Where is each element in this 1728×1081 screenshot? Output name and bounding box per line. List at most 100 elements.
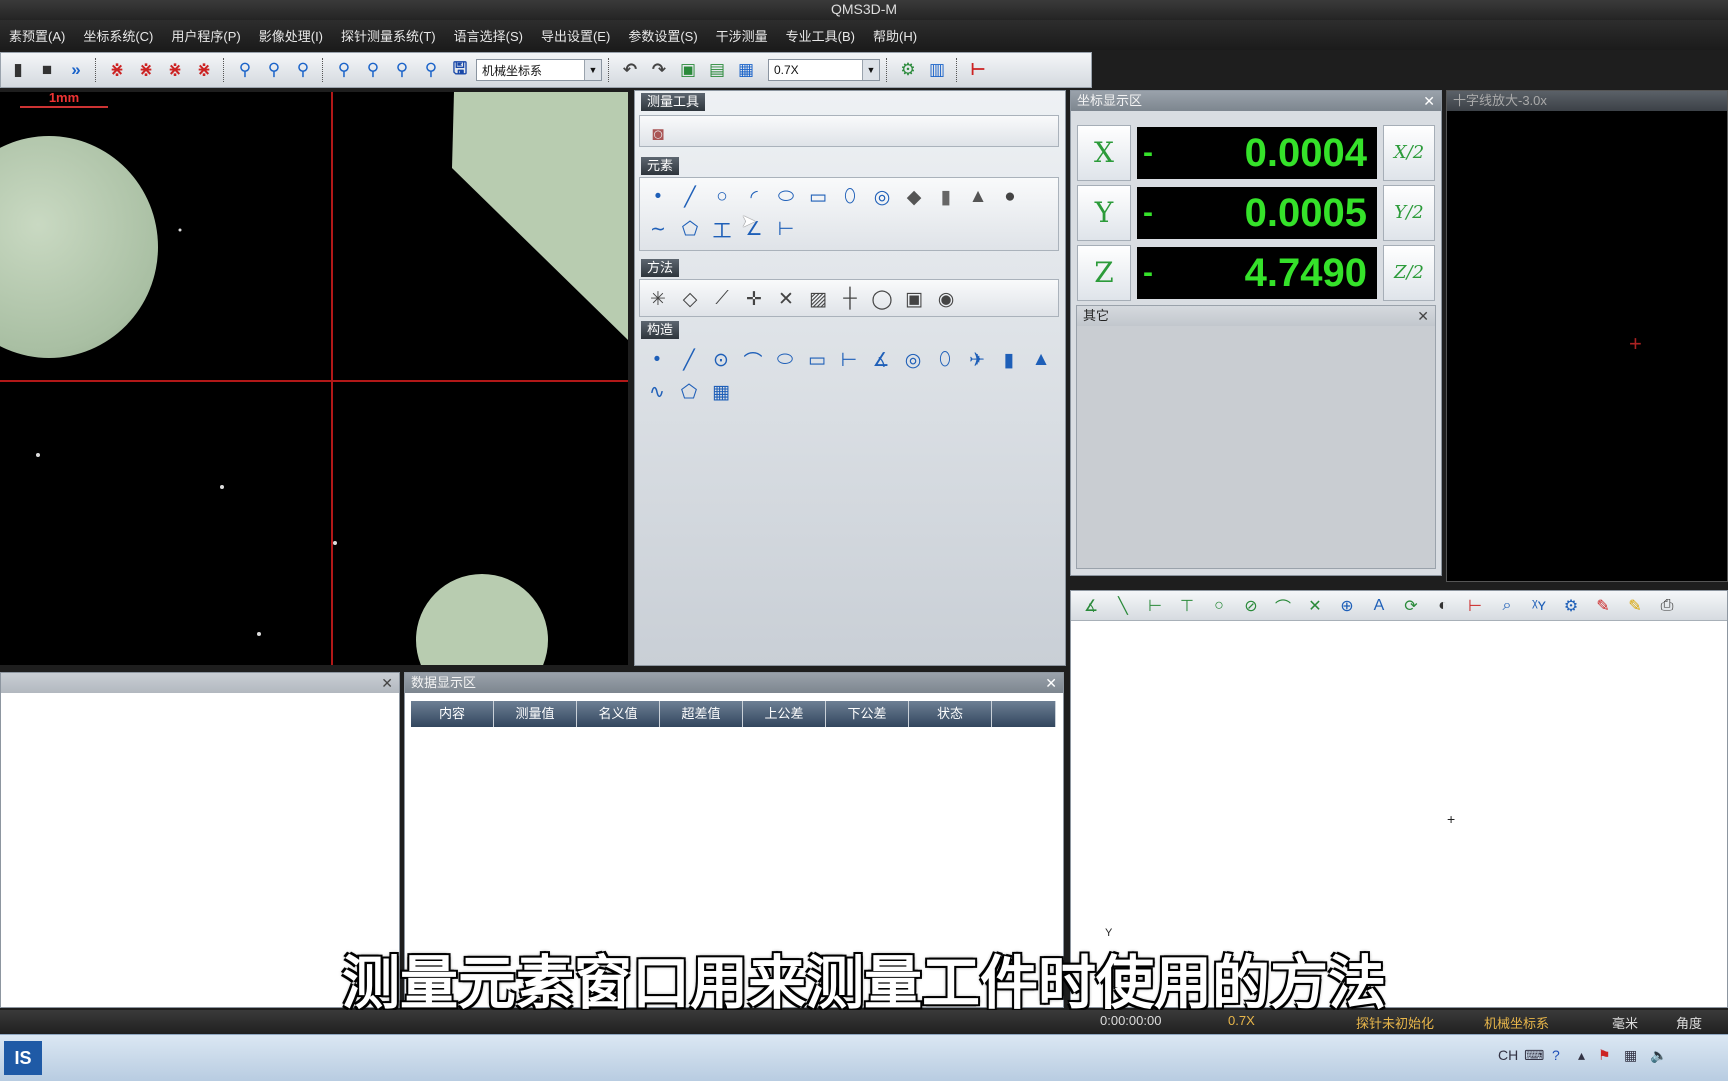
- image-icon[interactable]: ▣: [900, 283, 928, 315]
- circle-icon[interactable]: ⊙: [707, 344, 735, 376]
- column-header[interactable]: 下公差: [826, 701, 909, 727]
- tray-language[interactable]: CH: [1498, 1047, 1518, 1063]
- menu-item-presets[interactable]: 素预置(A): [0, 26, 74, 45]
- arc-icon[interactable]: ◜: [740, 181, 768, 213]
- align-y-icon[interactable]: ⚲: [290, 57, 316, 83]
- view-icon[interactable]: ◐: [1429, 593, 1457, 619]
- menu-item-interference[interactable]: 干涉测量: [707, 26, 777, 45]
- fast-forward-icon[interactable]: »: [63, 57, 89, 83]
- light-control-icon[interactable]: ⚙: [895, 57, 921, 83]
- column-header[interactable]: 内容: [411, 701, 494, 727]
- circle-icon[interactable]: ○: [708, 181, 736, 213]
- text-icon[interactable]: A: [1365, 593, 1393, 619]
- origin-icon[interactable]: ⚲: [331, 57, 357, 83]
- stop-icon[interactable]: ■: [34, 57, 60, 83]
- rectangle-icon[interactable]: ▭: [804, 181, 832, 213]
- plane-icon[interactable]: ✈: [963, 344, 991, 376]
- edit-icon[interactable]: ✎: [1621, 593, 1649, 619]
- ring-icon[interactable]: ◎: [899, 344, 927, 376]
- network-icon[interactable]: ▦: [1624, 1047, 1637, 1064]
- help-icon[interactable]: ?: [1552, 1047, 1560, 1063]
- grid-icon[interactable]: ▥: [924, 57, 950, 83]
- undo-icon[interactable]: ↶: [617, 57, 643, 83]
- zoom-fit-icon[interactable]: ⊕: [1333, 593, 1361, 619]
- grid-icon[interactable]: ▦: [707, 376, 735, 408]
- image-save-icon[interactable]: ▦: [733, 57, 759, 83]
- arc-icon[interactable]: ⌒: [739, 344, 767, 376]
- distance-icon[interactable]: ⊢: [835, 344, 863, 376]
- cylinder-icon[interactable]: ▮: [995, 344, 1023, 376]
- box-icon[interactable]: ▨: [804, 283, 832, 315]
- align-x-icon[interactable]: ⚲: [261, 57, 287, 83]
- column-header[interactable]: 名义值: [577, 701, 660, 727]
- close-icon[interactable]: ✕: [381, 673, 393, 693]
- diameter-icon[interactable]: ⊘: [1237, 593, 1265, 619]
- probe-y-icon[interactable]: ⋇: [162, 57, 188, 83]
- slot-icon[interactable]: ⬯: [931, 344, 959, 376]
- plane-icon[interactable]: ⬠: [676, 213, 704, 245]
- ellipse-icon[interactable]: ⬭: [772, 181, 800, 213]
- camera-tool-icon[interactable]: ◙: [644, 119, 672, 151]
- probe-point-icon[interactable]: ⋇: [104, 57, 130, 83]
- column-header[interactable]: 测量值: [494, 701, 577, 727]
- cross-icon[interactable]: ✕: [1301, 593, 1329, 619]
- ring-icon[interactable]: ◎: [868, 181, 896, 213]
- ellipse-icon[interactable]: ⬭: [771, 344, 799, 376]
- cylinder-icon[interactable]: ▮: [932, 181, 960, 213]
- diamond-edge-icon[interactable]: ◇: [676, 283, 704, 315]
- curve-icon[interactable]: ∼: [644, 213, 672, 245]
- half-y-button[interactable]: Y/2: [1383, 185, 1435, 241]
- cross-icon[interactable]: ✛: [740, 283, 768, 315]
- column-header[interactable]: 状态: [909, 701, 992, 727]
- coord-system-select[interactable]: 机械坐标系 ▼: [476, 59, 602, 81]
- report-icon[interactable]: ▤: [704, 57, 730, 83]
- circle-method-icon[interactable]: ◯: [868, 283, 896, 315]
- close-icon[interactable]: ✕: [1423, 91, 1435, 111]
- align-icon[interactable]: ⚲: [232, 57, 258, 83]
- line-icon[interactable]: ╱: [676, 181, 704, 213]
- point-icon[interactable]: •: [644, 181, 672, 213]
- angle-icon[interactable]: ∡: [867, 344, 895, 376]
- target-icon[interactable]: ◉: [932, 283, 960, 315]
- keyboard-icon[interactable]: ⌨: [1524, 1047, 1544, 1064]
- circle-icon[interactable]: ○: [1205, 593, 1233, 619]
- zoom-select[interactable]: 0.7X ▼: [768, 59, 880, 81]
- volume-icon[interactable]: 🔈: [1650, 1047, 1667, 1064]
- print-icon[interactable]: ⎙: [1653, 593, 1681, 619]
- flag-icon[interactable]: ⚑: [1598, 1047, 1611, 1064]
- probe-x-icon[interactable]: ⋇: [133, 57, 159, 83]
- cone-icon[interactable]: ▲: [964, 181, 992, 213]
- column-header[interactable]: 上公差: [743, 701, 826, 727]
- origin-y-icon[interactable]: ⚲: [389, 57, 415, 83]
- redo-icon[interactable]: ↷: [646, 57, 672, 83]
- width-icon[interactable]: ⊢: [772, 213, 800, 245]
- app-taskbar-icon[interactable]: IS: [4, 1041, 42, 1075]
- auto-icon[interactable]: ✳: [644, 283, 672, 315]
- axis-icon[interactable]: ⊢: [1461, 593, 1489, 619]
- menu-item-user-program[interactable]: 用户程序(P): [162, 26, 249, 45]
- zoom-icon[interactable]: ⌕: [1493, 593, 1521, 619]
- axis-icon[interactable]: ⊢: [965, 57, 991, 83]
- distance-icon[interactable]: 工: [708, 213, 736, 245]
- vertical-distance-icon[interactable]: ⊤: [1173, 593, 1201, 619]
- sphere-icon[interactable]: ●: [996, 181, 1024, 213]
- horizontal-distance-icon[interactable]: ⊢: [1141, 593, 1169, 619]
- line-icon[interactable]: ╱: [675, 344, 703, 376]
- menu-item-coord-system[interactable]: 坐标系统(C): [74, 26, 162, 45]
- menu-item-export[interactable]: 导出设置(E): [532, 26, 619, 45]
- point-icon[interactable]: •: [643, 344, 671, 376]
- line-icon[interactable]: ╲: [1109, 593, 1137, 619]
- origin-z-icon[interactable]: ⚲: [418, 57, 444, 83]
- save-icon[interactable]: 🖫: [447, 57, 473, 83]
- settings-icon[interactable]: ⚙: [1557, 593, 1585, 619]
- auto-focus-icon[interactable]: ▣: [675, 57, 701, 83]
- diamond-icon[interactable]: ◆: [900, 181, 928, 213]
- menu-item-parameters[interactable]: 参数设置(S): [619, 26, 706, 45]
- camera-view[interactable]: 1mm: [0, 92, 628, 665]
- menu-item-image-processing[interactable]: 影像处理(I): [250, 26, 332, 45]
- menu-item-probe-system[interactable]: 探针测量系统(T): [332, 26, 445, 45]
- crosshair-icon[interactable]: ┼: [836, 283, 864, 315]
- origin-x-icon[interactable]: ⚲: [360, 57, 386, 83]
- paint-icon[interactable]: ✎: [1589, 593, 1617, 619]
- column-header[interactable]: 超差值: [660, 701, 743, 727]
